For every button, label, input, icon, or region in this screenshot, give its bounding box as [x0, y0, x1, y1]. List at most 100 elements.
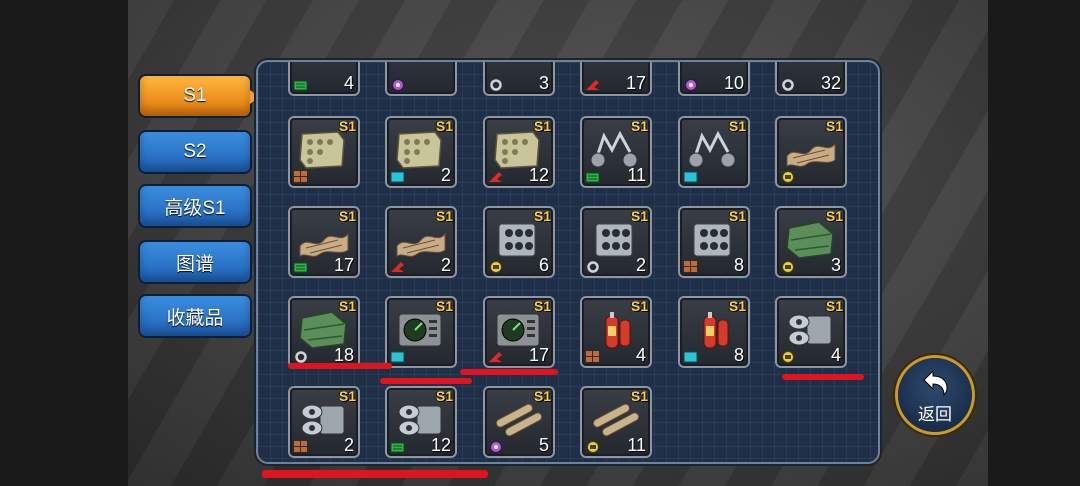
- inventory-slot[interactable]: [385, 62, 457, 96]
- inventory-slot[interactable]: S1 3: [775, 206, 847, 278]
- tier-badge: S1: [728, 118, 746, 134]
- gear-source-icon: [586, 260, 600, 273]
- tab-atlas[interactable]: 图谱: [140, 242, 250, 282]
- inventory-slot[interactable]: S1 8: [678, 296, 750, 368]
- item-count: 6: [538, 255, 549, 275]
- tier-badge: S1: [533, 208, 551, 224]
- gear-part-icon: [781, 78, 795, 91]
- inventory-slot[interactable]: S1 4: [775, 296, 847, 368]
- inventory-slot[interactable]: S1: [678, 116, 750, 188]
- back-button[interactable]: 返回: [898, 358, 972, 432]
- item-count: 12: [528, 165, 549, 185]
- tier-badge: S1: [825, 298, 843, 314]
- green-plate-icon: [298, 310, 350, 350]
- tab-collectibles[interactable]: 收藏品: [140, 296, 250, 336]
- item-count: 4: [343, 73, 354, 93]
- return-arrow-icon: [923, 369, 948, 396]
- inventory-slot[interactable]: 32: [775, 62, 847, 96]
- teal-source-icon: [390, 350, 405, 363]
- rollers-icon: [590, 400, 642, 440]
- inventory-slot[interactable]: S1: [385, 296, 457, 368]
- tier-badge: S1: [338, 298, 356, 314]
- inventory-slot[interactable]: S1 11: [580, 386, 652, 458]
- green-source-icon: [293, 260, 308, 273]
- item-count: 4: [635, 345, 646, 365]
- tab-advanced-s1[interactable]: 高级S1: [140, 186, 250, 226]
- item-count: 8: [733, 345, 744, 365]
- red-source-icon: [391, 260, 405, 272]
- wheels-icon: [688, 130, 740, 170]
- tier-badge: S1: [630, 208, 648, 224]
- inventory-slot[interactable]: S1 2: [385, 116, 457, 188]
- rollers-icon: [493, 400, 545, 440]
- yellow-source-icon: [781, 260, 795, 273]
- red-part-icon: [586, 78, 600, 90]
- camo-net-icon: [395, 220, 447, 260]
- radar-box-icon: [395, 310, 447, 350]
- tier-badge: S1: [728, 298, 746, 314]
- tier-badge: S1: [825, 208, 843, 224]
- brown-source-icon: [586, 350, 600, 362]
- item-count: 10: [723, 73, 744, 93]
- tier-badge: S1: [825, 118, 843, 134]
- inventory-panel[interactable]: 4 3 17 10 32 S1 S1 2 S1 12 S1 11 S1 S1 S1 17 S1 2 S1 6 S1 2 S1…: [258, 62, 878, 462]
- back-button-label: 返回: [918, 405, 952, 424]
- markup-underline: [262, 470, 488, 478]
- inventory-slot[interactable]: S1: [775, 116, 847, 188]
- tab-s2[interactable]: S2: [140, 132, 250, 172]
- armor-plate-icon: [395, 130, 447, 170]
- tab-s1[interactable]: S1: [140, 76, 250, 116]
- tier-badge: S1: [630, 298, 648, 314]
- inventory-slot[interactable]: S1 18: [288, 296, 360, 368]
- inventory-slot[interactable]: S1 17: [483, 296, 555, 368]
- inventory-slot[interactable]: 4: [288, 62, 360, 96]
- inventory-slot[interactable]: S1 12: [483, 116, 555, 188]
- purple-source-icon: [489, 440, 503, 453]
- item-count: 5: [538, 435, 549, 455]
- inventory-slot[interactable]: S1 5: [483, 386, 555, 458]
- inventory-slot[interactable]: S1 12: [385, 386, 457, 458]
- red-source-icon: [489, 170, 503, 182]
- inventory-slot[interactable]: S1 4: [580, 296, 652, 368]
- tier-badge: S1: [435, 298, 453, 314]
- camo-net-icon: [785, 130, 837, 170]
- inventory-slot[interactable]: S1 2: [288, 386, 360, 458]
- item-count: 8: [733, 255, 744, 275]
- teal-source-icon: [683, 350, 698, 363]
- purple-part-icon: [684, 78, 698, 91]
- inventory-slot[interactable]: S1 8: [678, 206, 750, 278]
- inventory-slot[interactable]: S1 2: [580, 206, 652, 278]
- green-source-icon: [585, 170, 600, 183]
- item-count: 3: [538, 73, 549, 93]
- armor-plate-icon: [493, 130, 545, 170]
- tier-badge: S1: [338, 118, 356, 134]
- item-count: 11: [627, 435, 646, 455]
- inventory-slot[interactable]: S1 6: [483, 206, 555, 278]
- inventory-slot[interactable]: 10: [678, 62, 750, 96]
- item-count: 17: [333, 255, 354, 275]
- item-count: 17: [528, 345, 549, 365]
- tier-badge: S1: [630, 118, 648, 134]
- extinguisher-icon: [688, 310, 740, 350]
- brown-source-icon: [294, 440, 308, 452]
- inventory-slot[interactable]: S1 17: [288, 206, 360, 278]
- right-letterbox: [988, 0, 1080, 486]
- inventory-slot[interactable]: S1 11: [580, 116, 652, 188]
- inventory-slot[interactable]: S1 2: [385, 206, 457, 278]
- inventory-slot[interactable]: 17: [580, 62, 652, 96]
- item-count: 4: [830, 345, 841, 365]
- left-letterbox: [0, 0, 128, 486]
- tier-badge: S1: [435, 388, 453, 404]
- teal-source-icon: [390, 170, 405, 183]
- yellow-source-icon: [781, 350, 795, 363]
- brown-source-icon: [294, 170, 308, 182]
- tier-badge: S1: [338, 388, 356, 404]
- inventory-slot[interactable]: 3: [483, 62, 555, 96]
- gear-source-icon: [294, 350, 308, 363]
- item-count: 12: [430, 435, 451, 455]
- item-count: 32: [820, 73, 841, 93]
- inventory-slot[interactable]: S1: [288, 116, 360, 188]
- tier-badge: S1: [630, 388, 648, 404]
- purple-part-icon: [391, 78, 405, 91]
- gear-part-icon: [489, 78, 503, 91]
